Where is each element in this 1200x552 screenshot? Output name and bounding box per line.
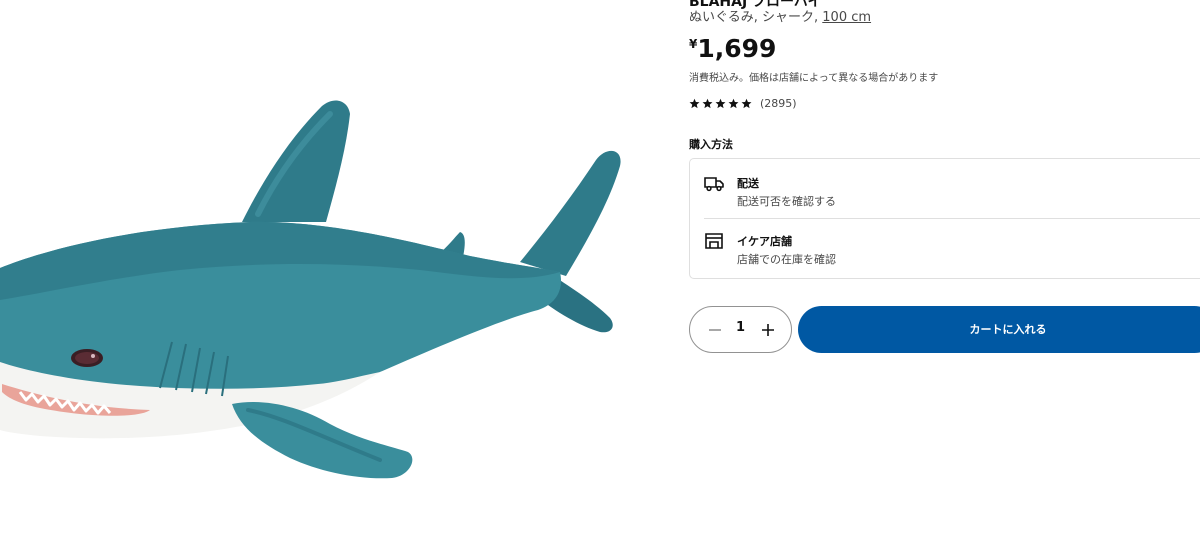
star-icon <box>702 98 713 108</box>
product-description: ぬいぐるみ, シャーク, 100 cm <box>689 6 871 25</box>
product-size-link[interactable]: 100 cm <box>822 10 871 25</box>
store-option[interactable]: イケア店舗 店舗での在庫を確認 <box>704 227 1200 275</box>
delivery-option[interactable]: 配送 配送可否を確認する <box>704 169 1200 217</box>
product-rating[interactable]: (2895) <box>689 96 797 110</box>
shark-plush-image <box>0 100 621 479</box>
purchase-method-label: 購入方法 <box>689 138 733 151</box>
price-amount: 1,699 <box>697 34 777 63</box>
plus-icon <box>762 323 774 336</box>
store-icon <box>705 233 723 249</box>
star-icon <box>741 98 752 108</box>
price-currency: ¥ <box>689 37 698 51</box>
delivery-title: 配送 <box>737 177 759 190</box>
quantity-stepper: 1 <box>689 306 792 353</box>
star-icon <box>689 98 700 108</box>
product-description-text: ぬいぐるみ, シャーク, <box>689 10 823 25</box>
delivery-subtitle: 配送可否を確認する <box>737 195 836 208</box>
product-image <box>0 0 640 552</box>
star-icon <box>715 98 726 108</box>
tax-note: 消費税込み。価格は店舗によって異なる場合があります <box>689 73 939 84</box>
product-info-panel: BLÅHAJ ブローハイ ぬいぐるみ, シャーク, 100 cm ¥1,699 … <box>689 0 1200 552</box>
rating-count: (2895) <box>760 96 797 110</box>
minus-icon <box>709 328 721 331</box>
star-icon <box>728 98 739 108</box>
rating-stars <box>689 98 752 109</box>
truck-icon <box>704 177 724 192</box>
store-subtitle: 店舗での在庫を確認 <box>737 253 836 266</box>
options-divider <box>704 218 1200 219</box>
add-to-cart-button[interactable]: カートに入れる <box>798 306 1200 353</box>
product-price: ¥1,699 <box>689 34 776 63</box>
purchase-options: 配送 配送可否を確認する イケア店舗 店舗での在庫を確認 <box>689 158 1200 279</box>
quantity-increase-button[interactable] <box>751 307 785 352</box>
store-title: イケア店舗 <box>737 235 792 248</box>
